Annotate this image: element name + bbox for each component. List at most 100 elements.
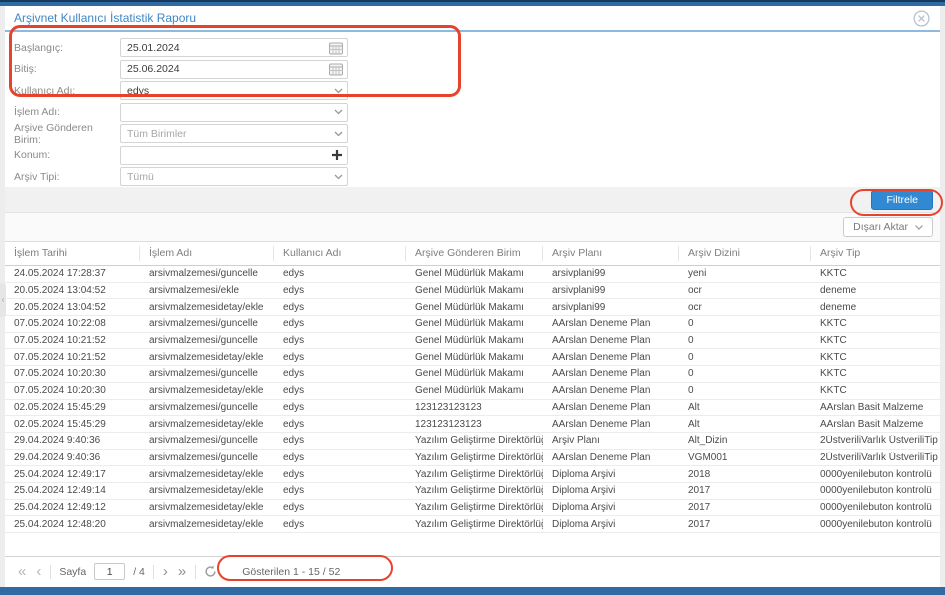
- column-header-arsiv-dizini[interactable]: Arşiv Dizini: [679, 246, 811, 261]
- calendar-icon[interactable]: [329, 41, 343, 54]
- table-cell: arsivmalzemesi/guncelle: [140, 318, 274, 329]
- table-cell: arsivmalzemesi/guncelle: [140, 435, 274, 446]
- table-cell: arsivplani99: [543, 302, 679, 313]
- end-date-field[interactable]: 25.06.2024: [120, 60, 348, 79]
- table-row[interactable]: 02.05.2024 15:45:29arsivmalzemesidetay/e…: [5, 416, 940, 433]
- table-cell: Diploma Arşivi: [543, 519, 679, 530]
- table-cell: AArslan Deneme Plan: [543, 318, 679, 329]
- export-button[interactable]: Dışarı Aktar: [843, 217, 933, 237]
- table-row[interactable]: 07.05.2024 10:20:30arsivmalzemesidetay/e…: [5, 383, 940, 400]
- table-cell: 20.05.2024 13:04:52: [5, 285, 140, 296]
- table-row[interactable]: 20.05.2024 13:04:52arsivmalzemesi/ekleed…: [5, 283, 940, 300]
- table-cell: arsivmalzemesidetay/ekle: [140, 469, 274, 480]
- last-page-button[interactable]: »: [177, 564, 187, 579]
- divider: [195, 565, 196, 579]
- location-field[interactable]: [120, 146, 348, 165]
- table-cell: Alt_Dizin: [679, 435, 811, 446]
- table-cell: 2017: [679, 502, 811, 513]
- table-row[interactable]: 25.04.2024 12:48:20arsivmalzemesidetay/e…: [5, 516, 940, 533]
- archive-type-select[interactable]: Tümü: [120, 167, 348, 186]
- table-cell: Genel Müdürlük Makamı: [406, 285, 543, 296]
- page-label: Sayfa: [59, 566, 86, 578]
- field-row-bitis: Bitiş: 25.06.2024: [14, 60, 940, 79]
- filter-button[interactable]: Filtrele: [871, 190, 933, 210]
- chevron-down-icon[interactable]: [334, 131, 343, 137]
- export-button-label: Dışarı Aktar: [853, 221, 908, 233]
- table-row[interactable]: 25.04.2024 12:49:17arsivmalzemesidetay/e…: [5, 466, 940, 483]
- page-number-input[interactable]: [94, 563, 125, 580]
- table-cell: edys: [274, 435, 406, 446]
- next-page-button[interactable]: ›: [162, 564, 169, 579]
- table-row[interactable]: 20.05.2024 13:04:52arsivmalzemesidetay/e…: [5, 299, 940, 316]
- table-header: İşlem Tarihi İşlem Adı Kullanıcı Adı Arş…: [5, 242, 940, 266]
- table-row[interactable]: 29.04.2024 9:40:36arsivmalzemesi/guncell…: [5, 450, 940, 467]
- start-date-field[interactable]: 25.01.2024: [120, 38, 348, 57]
- prev-page-button[interactable]: ‹: [35, 564, 42, 579]
- column-header-islem-adi[interactable]: İşlem Adı: [140, 246, 274, 261]
- column-header-arsiv-plani[interactable]: Arşiv Planı: [543, 246, 679, 261]
- table-cell: 25.04.2024 12:49:14: [5, 485, 140, 496]
- table-cell: arsivmalzemesi/guncelle: [140, 335, 274, 346]
- table-row[interactable]: 07.05.2024 10:20:30arsivmalzemesi/guncel…: [5, 366, 940, 383]
- islem-adi-label: İşlem Adı:: [14, 106, 120, 118]
- table-cell: Diploma Arşivi: [543, 469, 679, 480]
- table-row[interactable]: 07.05.2024 10:22:08arsivmalzemesi/guncel…: [5, 316, 940, 333]
- column-header-kullanici-adi[interactable]: Kullanıcı Adı: [274, 246, 406, 261]
- calendar-icon[interactable]: [329, 63, 343, 76]
- table-cell: 02.05.2024 15:45:29: [5, 402, 140, 413]
- end-date-value: 25.06.2024: [127, 63, 180, 75]
- table-row[interactable]: 02.05.2024 15:45:29arsivmalzemesi/guncel…: [5, 400, 940, 417]
- table-cell: arsivmalzemesi/guncelle: [140, 368, 274, 379]
- plus-icon[interactable]: [331, 149, 343, 161]
- table-cell: KKTC: [811, 385, 940, 396]
- table-cell: 0: [679, 385, 811, 396]
- table-cell: edys: [274, 502, 406, 513]
- username-select[interactable]: edys: [120, 81, 348, 100]
- table-cell: 2ÜstveriliVarlık ÜstveriliTip: [811, 435, 940, 446]
- table-row[interactable]: 25.04.2024 12:49:14arsivmalzemesidetay/e…: [5, 483, 940, 500]
- close-icon[interactable]: [913, 10, 930, 27]
- table-cell: Yazılım Geliştirme Direktörlüğü: [406, 469, 543, 480]
- table-cell: Yazılım Geliştirme Direktörlüğü: [406, 519, 543, 530]
- table-cell: 02.05.2024 15:45:29: [5, 419, 140, 430]
- table-cell: arsivmalzemesidetay/ekle: [140, 502, 274, 513]
- table-cell: 20.05.2024 13:04:52: [5, 302, 140, 313]
- first-page-button[interactable]: «: [17, 564, 27, 579]
- table-row[interactable]: 07.05.2024 10:21:52arsivmalzemesi/guncel…: [5, 333, 940, 350]
- bitis-label: Bitiş:: [14, 63, 120, 75]
- table-cell: Genel Müdürlük Makamı: [406, 268, 543, 279]
- page-title: Arşivnet Kullanıcı İstatistik Raporu: [14, 11, 196, 25]
- table-cell: edys: [274, 402, 406, 413]
- archive-type-value: Tümü: [127, 171, 154, 183]
- table-cell: Genel Müdürlük Makamı: [406, 385, 543, 396]
- operation-select[interactable]: [120, 103, 348, 122]
- table-cell: edys: [274, 302, 406, 313]
- table-row[interactable]: 29.04.2024 9:40:36arsivmalzemesi/guncell…: [5, 433, 940, 450]
- table-row[interactable]: 07.05.2024 10:21:52arsivmalzemesidetay/e…: [5, 349, 940, 366]
- chevron-down-icon[interactable]: [334, 88, 343, 94]
- table-cell: 2018: [679, 469, 811, 480]
- status-text: Gösterilen 1 - 15 / 52: [242, 566, 340, 578]
- column-header-islem-tarihi[interactable]: İşlem Tarihi: [5, 246, 140, 261]
- column-header-arsiv-tip[interactable]: Arşiv Tip: [811, 246, 940, 261]
- chevron-down-icon: [915, 221, 923, 233]
- table-cell: arsivmalzemesi/ekle: [140, 285, 274, 296]
- table-cell: 0000yenilebuton kontrolü: [811, 469, 940, 480]
- table-row[interactable]: 24.05.2024 17:28:37arsivmalzemesi/guncel…: [5, 266, 940, 283]
- refresh-icon[interactable]: [204, 565, 217, 578]
- export-toolbar: Dışarı Aktar: [5, 213, 940, 242]
- column-header-gonderen-birim[interactable]: Arşive Gönderen Birim: [406, 246, 543, 261]
- chevron-down-icon[interactable]: [334, 109, 343, 115]
- table-cell: edys: [274, 318, 406, 329]
- kullanici-adi-label: Kullanıcı Adı:: [14, 85, 120, 97]
- table-cell: Diploma Arşivi: [543, 502, 679, 513]
- table-cell: AArslan Deneme Plan: [543, 452, 679, 463]
- table-cell: arsivmalzemesidetay/ekle: [140, 352, 274, 363]
- sending-unit-select[interactable]: Tüm Birimler: [120, 124, 348, 143]
- chevron-down-icon[interactable]: [334, 174, 343, 180]
- collapse-handle-icon[interactable]: ‹: [0, 283, 6, 317]
- table-cell: 0000yenilebuton kontrolü: [811, 485, 940, 496]
- table-cell: arsivmalzemesidetay/ekle: [140, 385, 274, 396]
- table-cell: KKTC: [811, 335, 940, 346]
- table-row[interactable]: 25.04.2024 12:49:12arsivmalzemesidetay/e…: [5, 500, 940, 517]
